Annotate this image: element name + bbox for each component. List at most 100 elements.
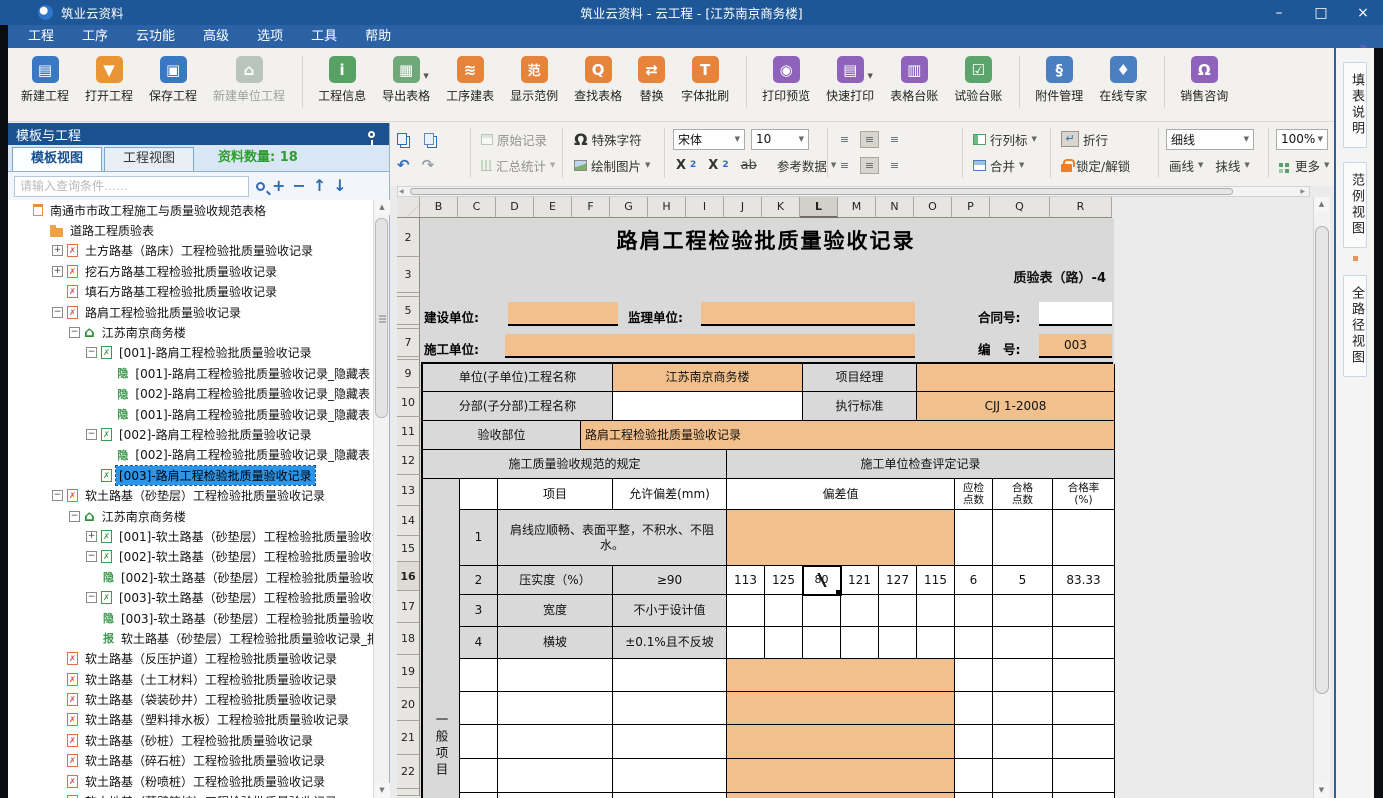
empty-table-row[interactable] <box>423 759 1115 793</box>
tree-expander-plus-icon[interactable]: + <box>52 245 63 256</box>
row-header-17[interactable]: 17 <box>397 591 420 623</box>
tree-item[interactable]: ✗软土路基（粉喷桩）工程检验批质量验收记录 <box>8 771 373 791</box>
row-header-3[interactable]: 3 <box>397 257 420 293</box>
empty-table-row[interactable] <box>423 725 1115 759</box>
tree-item[interactable]: 报软土路基（砂垫层）工程检验批质量验收记录_报验单 <box>8 628 373 648</box>
toolbar-button-print-preview[interactable]: ◉打印预览 <box>755 54 817 106</box>
row2-rate-cell[interactable]: 83.33 <box>1053 566 1115 595</box>
deviation-value-cell[interactable] <box>727 627 765 659</box>
deviation-value-cell[interactable] <box>765 595 803 627</box>
h-align-0-icon[interactable]: ≡ <box>835 157 854 174</box>
row3-item-cell[interactable]: 宽度 <box>498 595 613 627</box>
division-value-cell[interactable] <box>613 392 803 421</box>
menu-item-工具[interactable]: 工具 <box>297 25 351 48</box>
toolbar-button-test-ledger[interactable]: ☑试验台账 <box>947 54 1009 106</box>
deviation-value-cell[interactable]: 113 <box>727 566 765 595</box>
row4-no-cell[interactable]: 4 <box>460 627 498 659</box>
zoom-select[interactable]: 100%▼ <box>1276 129 1328 150</box>
row-header-18[interactable]: 18 <box>397 623 420 655</box>
reference-data-button[interactable]: 参考数据▼ <box>774 154 839 177</box>
row-header-14[interactable]: 14 <box>397 506 420 536</box>
row4-rate-cell[interactable] <box>1053 627 1115 659</box>
tree-item[interactable]: −✗[002]-路肩工程检验批质量验收记录 <box>8 424 373 444</box>
toolbar-button-attachment-manager[interactable]: §附件管理 <box>1028 54 1090 106</box>
pin-icon[interactable] <box>368 131 375 138</box>
row2-no-cell[interactable]: 2 <box>460 566 498 595</box>
v-align-2-icon[interactable]: ≡ <box>885 131 904 148</box>
deviation-value-cell[interactable] <box>879 627 917 659</box>
tree-item[interactable]: 隐[002]-路肩工程检验批质量验收记录_隐藏表 <box>8 384 373 404</box>
part-label-cell[interactable]: 验收部位 <box>423 421 581 450</box>
erase-line-button[interactable]: 抹线▼ <box>1212 154 1252 177</box>
row1-deviation-cell[interactable] <box>727 510 955 566</box>
tree-item[interactable]: ✗软土路基（袋装砂井）工程检验批质量验收记录 <box>8 689 373 709</box>
row-headers[interactable]: 2357910111213141516171819202122 <box>397 218 420 796</box>
h-align-2-icon[interactable]: ≡ <box>885 157 904 174</box>
item-header-cell[interactable]: 项目 <box>498 479 613 510</box>
row-header-collapsed[interactable] <box>397 789 420 796</box>
dropdown-arrow-icon[interactable]: ▼ <box>867 72 872 80</box>
row3-points-cell[interactable] <box>955 595 993 627</box>
row-header-13[interactable]: 13 <box>397 475 420 506</box>
deviation-value-cell[interactable]: 127 <box>879 566 917 595</box>
toolbar-button-find-table[interactable]: Q查找表格 <box>567 54 629 106</box>
toolbar-button-table-ledger[interactable]: ▥表格台账 <box>883 54 945 106</box>
minimize-button[interactable]: – <box>1269 5 1289 21</box>
row2-tolerance-cell[interactable]: ≥90 <box>613 566 727 595</box>
right-tab-填表说明[interactable]: 填表说明 <box>1343 62 1367 148</box>
tree-item[interactable]: +✗[001]-软土路基（砂垫层）工程检验批质量验收记录 <box>8 526 373 546</box>
tree-expander-minus-icon[interactable]: − <box>69 327 80 338</box>
row-header-9[interactable]: 9 <box>397 360 420 388</box>
row4-tolerance-cell[interactable]: ±0.1%且不反坡 <box>613 627 727 659</box>
toolbar-button-project-info[interactable]: i工程信息 <box>311 54 373 106</box>
tree-item[interactable]: ✗[003]-路肩工程检验批质量验收记录 <box>8 465 373 485</box>
column-header-K[interactable]: K <box>762 197 800 218</box>
row2-qualified-cell[interactable]: 5 <box>993 566 1053 595</box>
build-unit-field[interactable] <box>508 302 618 326</box>
column-header-D[interactable]: D <box>496 197 534 218</box>
row-header-11[interactable]: 11 <box>397 417 420 446</box>
tree-item[interactable]: −✗路肩工程检验批质量验收记录 <box>8 302 373 322</box>
no-header-cell[interactable] <box>460 479 498 510</box>
close-button[interactable]: × <box>1353 5 1373 21</box>
spec-header-cell[interactable]: 施工质量验收规范的规定 <box>423 450 727 479</box>
row3-tolerance-cell[interactable]: 不小于设计值 <box>613 595 727 627</box>
draw-picture-button[interactable]: 绘制图片▼ <box>571 154 653 177</box>
row1-rate-cell[interactable] <box>1053 510 1115 566</box>
column-header-F[interactable]: F <box>572 197 610 218</box>
tree-item[interactable]: 隐[002]-软土路基（砂垫层）工程检验批质量验收记录_隐藏表 <box>8 567 373 587</box>
tree-expander-minus-icon[interactable]: − <box>86 347 97 358</box>
empty-table-row[interactable] <box>423 659 1115 692</box>
draw-line-button[interactable]: 画线▼ <box>1166 154 1206 177</box>
row-header-19[interactable]: 19 <box>397 655 420 688</box>
standard-label-cell[interactable]: 执行标准 <box>803 392 917 421</box>
row3-no-cell[interactable]: 3 <box>460 595 498 627</box>
menu-item-工程[interactable]: 工程 <box>14 25 68 48</box>
right-tab-全路径视图[interactable]: 全路径视图 <box>1343 275 1367 377</box>
row-header-7[interactable]: 7 <box>397 329 420 357</box>
unit-name-value-cell[interactable]: 江苏南京商务楼 <box>613 364 803 392</box>
row-col-mark-button[interactable]: 行列标▼ <box>970 128 1040 151</box>
right-tab-范例视图[interactable]: 范例视图 <box>1343 162 1367 248</box>
deviation-value-cell[interactable] <box>803 627 841 659</box>
toolbar-button-online-expert[interactable]: ♦在线专家 <box>1092 54 1154 106</box>
row3-rate-cell[interactable] <box>1053 595 1115 627</box>
tree-expander-plus-icon[interactable]: + <box>86 531 97 542</box>
menu-item-帮助[interactable]: 帮助 <box>351 25 405 48</box>
toolbar-button-open-project[interactable]: ▼打开工程 <box>78 54 140 106</box>
scroll-down-icon[interactable]: ▼ <box>374 783 390 798</box>
row1-points-cell[interactable] <box>955 510 993 566</box>
qualified-header-cell[interactable]: 合格点数 <box>993 479 1053 510</box>
row-header-16[interactable]: 16 <box>397 562 420 591</box>
points-header-cell[interactable]: 应检点数 <box>955 479 993 510</box>
toolbar-button-new-unit-project[interactable]: ⌂新建单位工程 <box>206 54 292 106</box>
row-header-10[interactable]: 10 <box>397 388 420 417</box>
division-label-cell[interactable]: 分部(子分部)工程名称 <box>423 392 613 421</box>
selected-cell[interactable]: 80 <box>803 566 841 595</box>
tree-expander-minus-icon[interactable]: − <box>52 307 63 318</box>
row-header-20[interactable]: 20 <box>397 688 420 721</box>
deviation-value-cell[interactable] <box>841 627 879 659</box>
empty-table-row[interactable] <box>423 692 1115 725</box>
v-align-1-icon[interactable]: ≡ <box>860 131 879 148</box>
manager-value-cell[interactable] <box>917 364 1115 392</box>
